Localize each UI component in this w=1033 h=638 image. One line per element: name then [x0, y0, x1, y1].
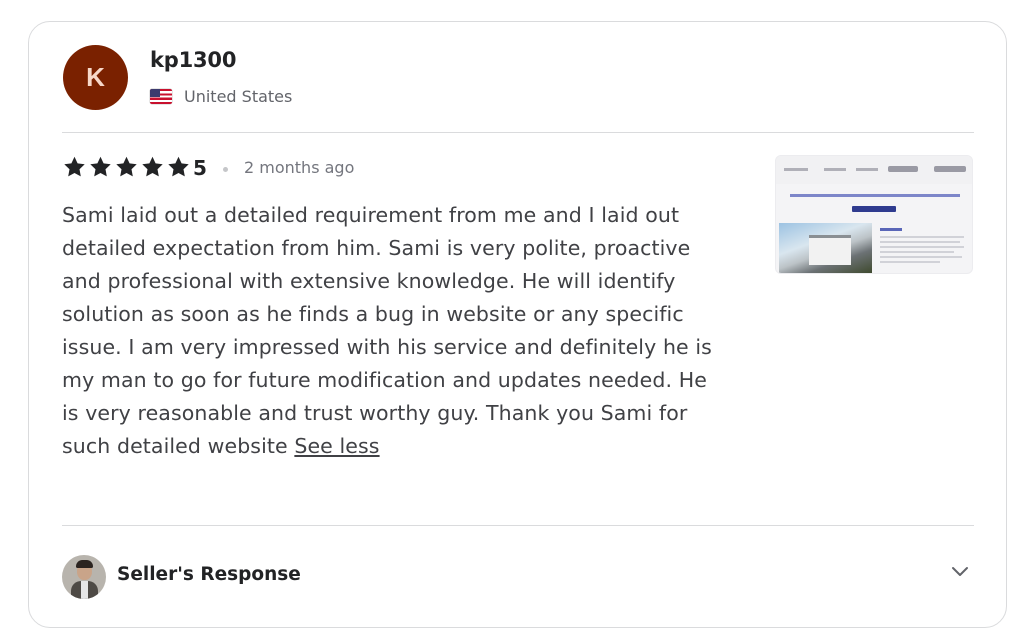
- review-time: 2 months ago: [244, 158, 355, 177]
- review-text: Sami laid out a detailed requirement fro…: [62, 203, 712, 458]
- reviewer-username[interactable]: kp1300: [150, 48, 236, 72]
- separator-dot: [223, 167, 228, 172]
- see-less-link[interactable]: See less: [294, 434, 379, 458]
- star-icon: [142, 156, 163, 177]
- rating-value: 5: [193, 156, 207, 180]
- review-attachment-thumbnail[interactable]: [775, 155, 973, 274]
- divider: [62, 132, 974, 133]
- seller-response-toggle[interactable]: Seller's Response: [117, 564, 301, 585]
- star-icon: [64, 156, 85, 177]
- star-icon: [90, 156, 111, 177]
- chevron-down-icon[interactable]: [950, 563, 970, 579]
- star-icon: [168, 156, 189, 177]
- seller-avatar: [62, 555, 106, 599]
- star-rating: [62, 155, 191, 179]
- review-text-block: Sami laid out a detailed requirement fro…: [62, 199, 722, 463]
- reviewer-country: United States: [184, 87, 293, 106]
- star-icon: [116, 156, 137, 177]
- us-flag-icon: [150, 89, 172, 104]
- divider: [62, 525, 974, 526]
- review-card: K kp1300 United States 5 2 months ago Sa…: [28, 21, 1007, 628]
- reviewer-avatar[interactable]: K: [63, 45, 128, 110]
